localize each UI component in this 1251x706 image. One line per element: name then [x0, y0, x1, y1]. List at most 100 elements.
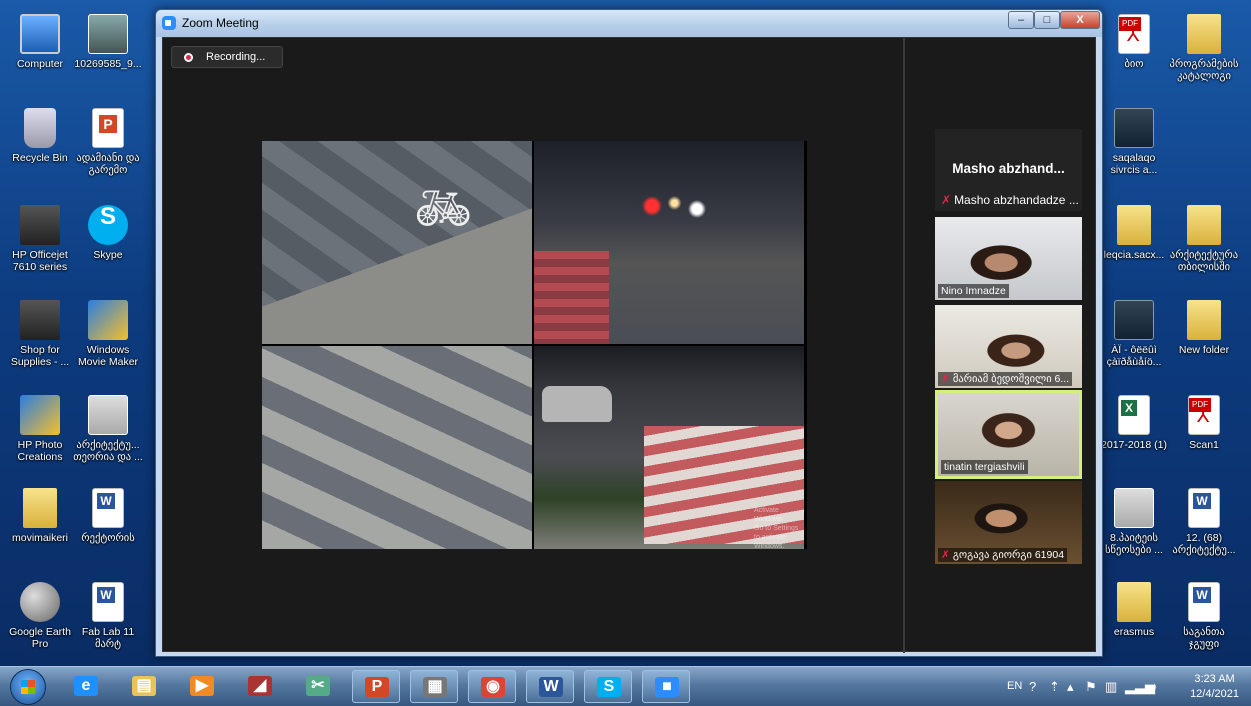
- screen-share-view[interactable]: 🚲︎ Activate Windows Go to Settings to ac…: [262, 141, 807, 550]
- desktop-icon[interactable]: Windows Movie Maker: [72, 300, 144, 368]
- desktop-icon[interactable]: 2017-2018 (1): [1098, 395, 1170, 451]
- desktop-icon-label: ÀÏ - ôëëûì çàïðåùåíö...: [1106, 344, 1162, 368]
- video-file-icon: [1114, 300, 1154, 340]
- chrome-taskbar-button[interactable]: ◉: [468, 670, 516, 703]
- media-player-taskbar-button[interactable]: ▶: [178, 670, 226, 703]
- desktop-icon[interactable]: არქიტექტურა თბილისში: [1168, 205, 1240, 273]
- panel-divider[interactable]: [903, 38, 905, 653]
- desktop-icon[interactable]: Shop for Supplies - ...: [4, 300, 76, 368]
- desktop-icon[interactable]: ÀÏ - ôëëûì çàïðåùåíö...: [1098, 300, 1170, 368]
- desktop-icon[interactable]: რექტორის: [72, 488, 144, 544]
- explorer-taskbar-button[interactable]: ▤: [120, 670, 168, 703]
- powerpoint-taskbar-button[interactable]: P: [352, 670, 400, 703]
- record-icon: [184, 53, 193, 62]
- desktop-icon[interactable]: Scan1: [1168, 395, 1240, 451]
- participant-name-large: Masho abzhand...: [952, 161, 1065, 176]
- volume-icon[interactable]: ♪: [1151, 679, 1158, 694]
- zoom-taskbar-button[interactable]: ■: [642, 670, 690, 703]
- help-icon[interactable]: ?: [1029, 679, 1036, 694]
- desktop-icon-label: Google Earth Pro: [9, 626, 71, 650]
- bicycle-icon: 🚲︎: [414, 182, 473, 234]
- participant-tile[interactable]: ✗ მარიამ ბედოშვილი 6...: [935, 305, 1082, 388]
- desktop-icon[interactable]: Recycle Bin: [4, 108, 76, 164]
- desktop-icon[interactable]: New folder: [1168, 300, 1240, 356]
- desktop-icon[interactable]: არქიტექტუ... თეორია და ...: [72, 395, 144, 463]
- desktop-icon-label: პროგრამების კატალოგი: [1169, 58, 1239, 82]
- participant-label: tinatin tergiashvili: [941, 460, 1028, 474]
- folder-icon: [1187, 300, 1221, 340]
- desktop-icon[interactable]: leqcia.sacx...: [1098, 205, 1170, 261]
- zoom-title-bar[interactable]: Zoom Meeting – □ X: [156, 10, 1102, 37]
- skype-taskbar-button[interactable]: S: [584, 670, 632, 703]
- desktop-icon[interactable]: პროგრამების კატალოგი: [1168, 14, 1240, 82]
- snipping-tool-taskbar-button[interactable]: ✂: [294, 670, 342, 703]
- show-hidden-icons-icon[interactable]: ▴: [1067, 679, 1074, 695]
- participant-tile[interactable]: Masho abzhand... ✗ Masho abzhandadze ...: [935, 129, 1082, 211]
- desktop-icon[interactable]: ადამიანი და გარემო: [72, 108, 144, 176]
- shared-photo-bike-lane: 🚲︎: [262, 141, 532, 344]
- maximize-button[interactable]: □: [1034, 11, 1060, 29]
- powerpoint-file-icon: [92, 108, 124, 148]
- device-icon[interactable]: ▥: [1105, 679, 1117, 695]
- desktop-icon-label: საგანთა ჯგუფი: [1183, 626, 1225, 650]
- desktop-icon[interactable]: movimaikeri: [4, 488, 76, 544]
- folder-icon: [23, 488, 57, 528]
- network-status-icon[interactable]: ⇡: [1049, 679, 1060, 695]
- scanner-taskbar-button[interactable]: ▦: [410, 670, 458, 703]
- folder-icon: [1117, 582, 1151, 622]
- desktop-icon[interactable]: 8.პაიტეის სწეოსები ...: [1098, 488, 1170, 556]
- recording-indicator[interactable]: Recording...: [171, 46, 283, 68]
- language-indicator[interactable]: EN: [1007, 680, 1022, 692]
- desktop-icon[interactable]: Computer: [4, 14, 76, 70]
- desktop-icon[interactable]: Google Earth Pro: [4, 582, 76, 650]
- desktop-icon-label: Skype: [93, 249, 123, 261]
- printer-icon: [20, 205, 60, 245]
- zoom-icon: ■: [655, 677, 679, 697]
- pdf-file-icon: [1118, 14, 1150, 54]
- archicad-taskbar-button[interactable]: ◢: [236, 670, 284, 703]
- close-button[interactable]: X: [1060, 11, 1100, 29]
- desktop-icon[interactable]: 12. (68) არქიტექტუ...: [1168, 488, 1240, 556]
- shared-photo-paving: [262, 346, 532, 549]
- scanner-icon: ▦: [423, 677, 447, 697]
- powerpoint-icon: P: [365, 677, 389, 697]
- computer-icon: [20, 14, 60, 54]
- desktop-icon[interactable]: saqalaqo sivrcis a...: [1098, 108, 1170, 176]
- desktop-icon-label: New folder: [1178, 344, 1230, 356]
- minimize-button[interactable]: –: [1008, 11, 1034, 29]
- powerpoint-file-icon: [1114, 108, 1154, 148]
- participant-label: ✗ Masho abzhandadze ...: [941, 193, 1079, 207]
- participant-tile-active-speaker[interactable]: tinatin tergiashvili: [935, 390, 1082, 479]
- desktop-icon-label: Recycle Bin: [12, 152, 68, 164]
- desktop-icon[interactable]: Fab Lab 11 მარტ: [72, 582, 144, 650]
- desktop-icon-label: Fab Lab 11 მარტ: [81, 626, 135, 650]
- ie-taskbar-button[interactable]: e: [62, 670, 110, 703]
- zoom-logo-icon: [162, 16, 176, 30]
- action-center-icon[interactable]: ⚑: [1085, 679, 1097, 695]
- start-button[interactable]: [10, 669, 46, 705]
- word-taskbar-button[interactable]: W: [526, 670, 574, 703]
- clock[interactable]: 3:23 AM 12/4/2021: [1190, 672, 1239, 702]
- muted-mic-icon: ✗: [941, 549, 950, 561]
- folder-icon: [1117, 205, 1151, 245]
- excel-file-icon: [1118, 395, 1150, 435]
- desktop-icon[interactable]: HP Photo Creations: [4, 395, 76, 463]
- shared-photo-crosswalk: Activate Windows Go to Settings to activ…: [534, 346, 804, 550]
- word-icon: W: [539, 677, 563, 697]
- desktop-icon[interactable]: erasmus: [1098, 582, 1170, 638]
- participant-label: Nino Imnadze: [938, 284, 1009, 298]
- desktop-icon[interactable]: საგანთა ჯგუფი: [1168, 582, 1240, 650]
- participant-tile[interactable]: Nino Imnadze: [935, 217, 1082, 300]
- desktop-icon[interactable]: HP Officejet 7610 series: [4, 205, 76, 273]
- desktop-icon[interactable]: Skype: [72, 205, 144, 261]
- desktop-icon-label: Shop for Supplies - ...: [10, 344, 70, 368]
- folder-icon: [1187, 205, 1221, 245]
- media-player-icon: ▶: [190, 676, 214, 696]
- muted-mic-icon: ✗: [941, 193, 952, 207]
- desktop-icon-label: 8.პაიტეის სწეოსები ...: [1105, 532, 1163, 556]
- system-tray: EN ? ⇡ ▴ ⚑ ▥ ▂▃▅ ♪ 3:23 AM 12/4/2021: [1001, 667, 1251, 706]
- participant-tile[interactable]: ✗ გოგავა გიორგი 61904: [935, 481, 1082, 564]
- desktop-icon[interactable]: ბიო: [1098, 14, 1170, 70]
- desktop-icon[interactable]: 10269585_9...: [72, 14, 144, 70]
- powerpoint-file-icon: [88, 395, 128, 435]
